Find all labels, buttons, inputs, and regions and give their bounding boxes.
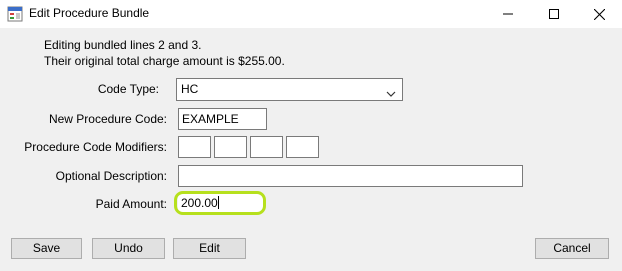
maximize-button[interactable] [531,0,577,28]
modifier-input-1[interactable] [178,136,211,158]
save-button[interactable]: Save [11,238,82,259]
modifier-input-2[interactable] [214,136,247,158]
maximize-icon [549,9,559,19]
new-procedure-code-input[interactable]: EXAMPLE [178,108,267,130]
window-title: Edit Procedure Bundle [29,6,150,20]
title-bar: Edit Procedure Bundle [0,0,622,28]
info-line-2: Their original total charge amount is $2… [44,54,285,68]
minimize-button[interactable] [485,0,531,28]
description-label: Optional Description: [55,169,167,183]
focus-highlight [174,191,266,215]
modifiers-label: Procedure Code Modifiers: [24,140,167,154]
code-type-select[interactable]: HC [176,78,403,101]
modifier-input-3[interactable] [250,136,283,158]
modifier-input-4[interactable] [286,136,319,158]
undo-button[interactable]: Undo [92,238,165,259]
description-input[interactable] [178,165,523,187]
edit-button[interactable]: Edit [173,238,246,259]
new-procedure-code-label: New Procedure Code: [48,112,167,126]
close-icon [593,8,605,20]
paid-amount-label: Paid Amount: [95,197,167,211]
code-type-value: HC [181,82,199,96]
dialog-body: Editing bundled lines 2 and 3. Their ori… [0,28,622,271]
info-line-1: Editing bundled lines 2 and 3. [44,38,202,52]
close-button[interactable] [576,0,622,28]
chevron-down-icon[interactable] [386,86,396,100]
minimize-icon [503,9,513,19]
code-type-label: Code Type: [97,82,159,96]
cancel-button[interactable]: Cancel [535,238,609,259]
app-form-icon [7,6,23,22]
